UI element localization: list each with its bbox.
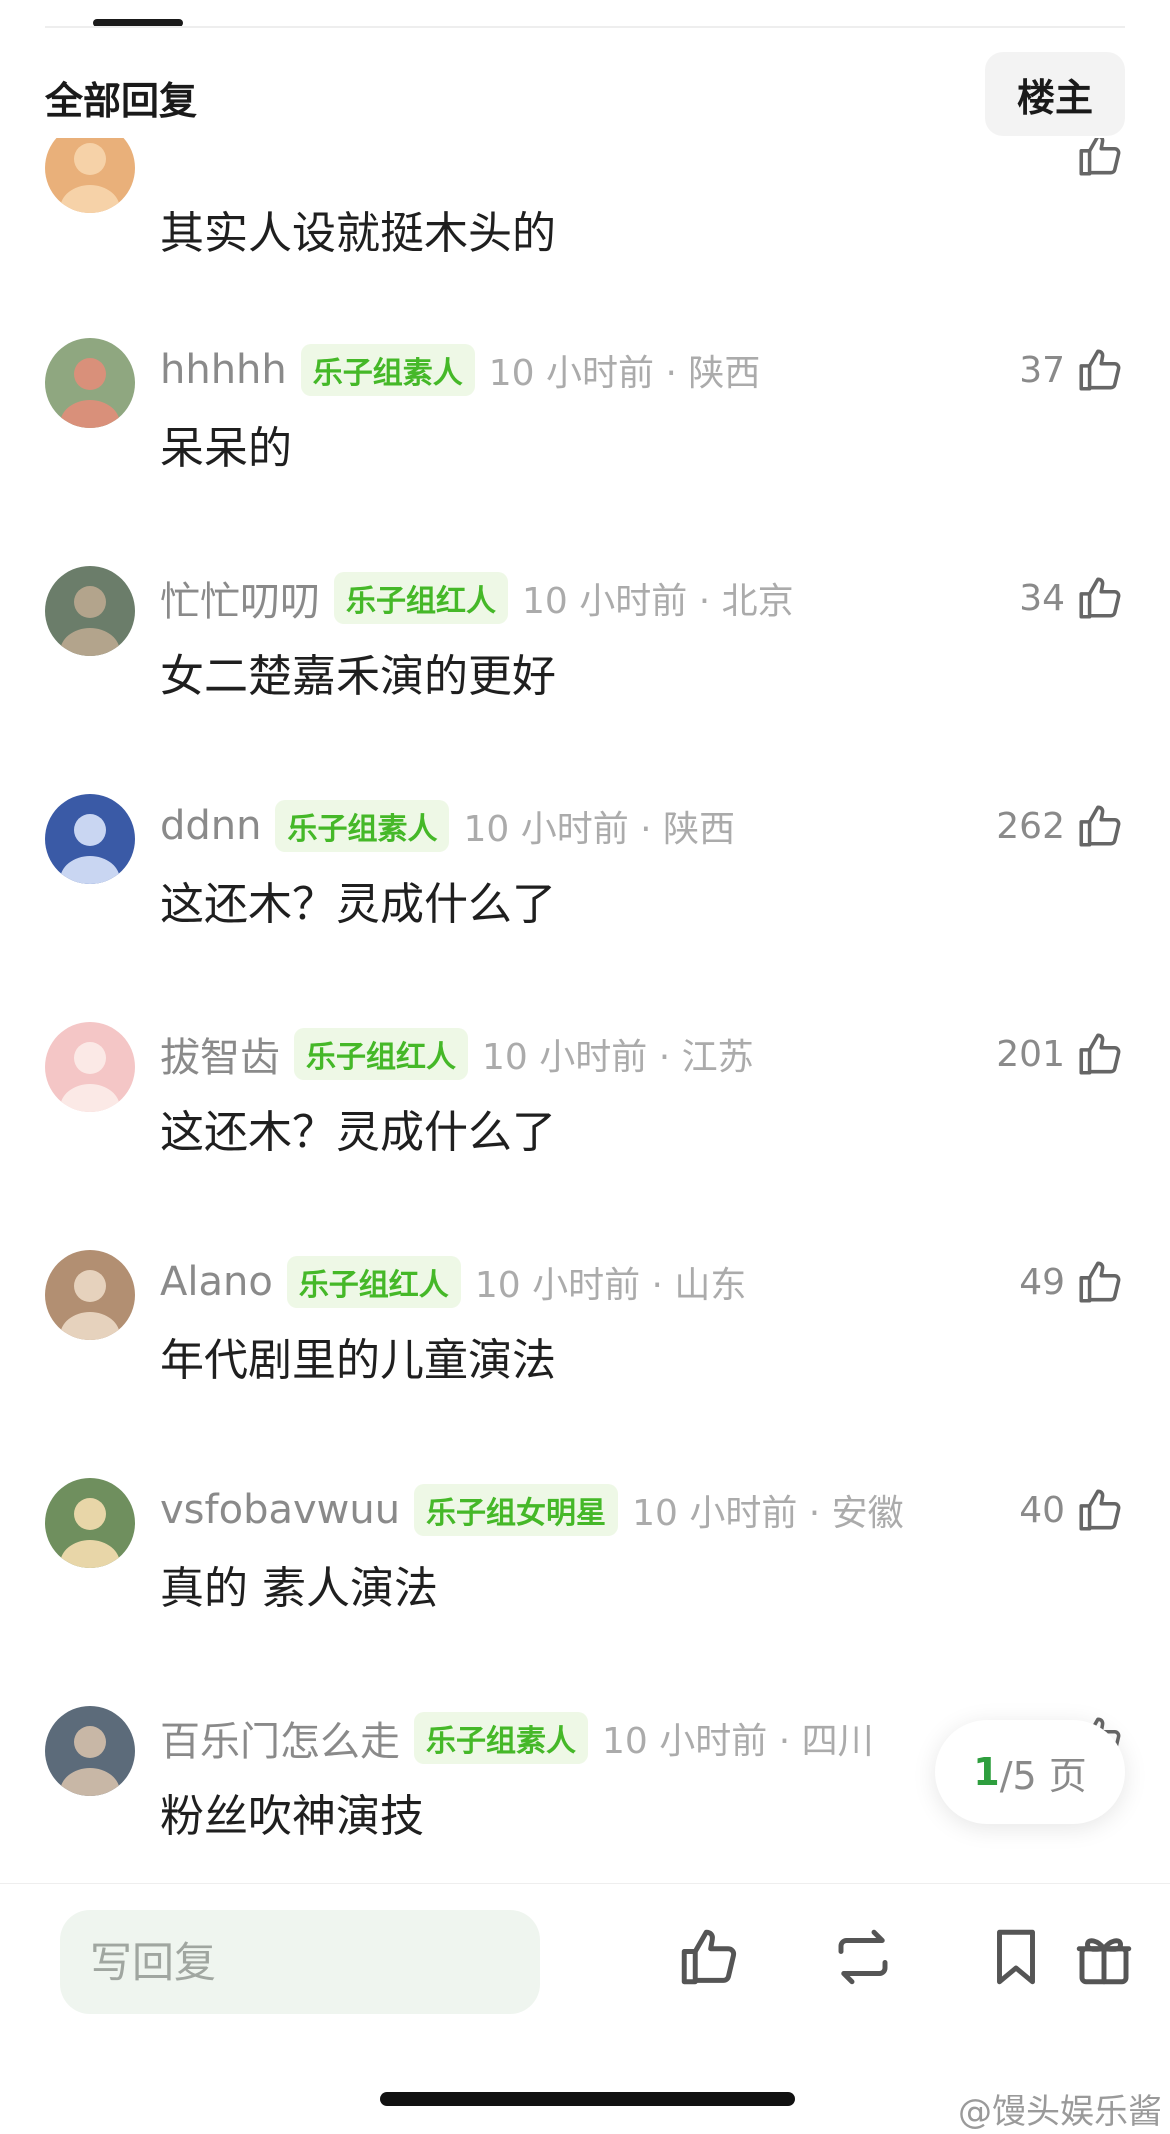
comment-item[interactable]: 拔智齿 乐子组红人 10 小时前 · 江苏 201 这还木？灵成什么了 [0,1022,1170,1250]
user-tag-badge: 乐子组红人 [294,1028,468,1080]
page-indicator[interactable]: 1/5 页 [935,1720,1125,1824]
like-area[interactable]: 34 [1019,568,1125,628]
thumbs-up-icon[interactable] [1075,138,1125,180]
bookmark-icon[interactable] [983,1924,1049,1990]
comment-time-location: 10 小时前 · 江苏 [482,1037,754,1078]
like-count: 201 [996,1033,1065,1075]
comment-time-location: 10 小时前 · 山东 [474,1265,747,1306]
like-area[interactable]: 49 [1019,1252,1125,1312]
thumbs-up-icon[interactable] [1075,573,1125,623]
avatar[interactable] [45,138,135,213]
like-count: 37 [1019,349,1065,391]
comment-time-location: 10 小时前 · 安徽 [632,1493,904,1534]
like-count: 262 [996,805,1065,847]
comment-meta: hhhhh 乐子组素人 10 小时前 · 陕西 [160,342,760,398]
comment-text: 呆呆的 [160,423,292,474]
thumbs-up-icon[interactable] [1075,345,1125,395]
thumbs-up-icon[interactable] [1075,801,1125,851]
comment-item[interactable]: 忙忙叨叨 乐子组红人 10 小时前 · 北京 34 女二楚嘉禾演的更好 [0,566,1170,794]
comment-meta: Alano 乐子组红人 10 小时前 · 山东 [160,1254,746,1310]
repost-icon[interactable] [830,1924,896,1990]
thumbs-up-icon[interactable] [1075,1485,1125,1535]
username[interactable]: hhhhh [160,347,287,393]
page-current: 1 [973,1750,1000,1794]
bottom-action-bar: @馒头娱乐酱 [0,1883,1170,2134]
comment-item[interactable]: vsfobavwuu 乐子组女明星 10 小时前 · 安徽 40 真的 素人演法 [0,1478,1170,1706]
comment-text: 这还木？灵成什么了 [160,879,556,930]
comment-item[interactable]: ddnn 乐子组素人 10 小时前 · 陕西 262 这还木？灵成什么了 [0,794,1170,1022]
user-tag-badge: 乐子组红人 [286,1256,461,1308]
comment-item[interactable]: 其实人设就挺木头的 [0,138,1170,351]
user-tag-badge: 乐子组素人 [275,800,450,852]
username[interactable]: 拔智齿 [160,1025,280,1083]
page-title: 全部回复 [45,79,198,123]
thumbs-up-icon[interactable] [1075,1257,1125,1307]
comment-item[interactable]: hhhhh 乐子组素人 10 小时前 · 陕西 37 呆呆的 [0,338,1170,566]
comment-time-location: 10 小时前 · 陕西 [463,809,736,850]
like-icon[interactable] [676,1924,742,1990]
comment-time-location: 10 小时前 · 四川 [602,1721,874,1762]
comment-time-location: 10 小时前 · 北京 [522,581,794,622]
like-count: 34 [1019,577,1065,619]
user-tag-badge: 乐子组女明星 [414,1484,619,1536]
username[interactable]: Alano [160,1259,273,1305]
reply-input[interactable] [60,1910,540,2014]
comment-meta: ddnn 乐子组素人 10 小时前 · 陕西 [160,798,735,854]
like-count: 40 [1019,1489,1065,1531]
username[interactable]: ddnn [160,803,261,849]
comment-text: 粉丝吹神演技 [160,1791,424,1842]
thumbs-up-icon[interactable] [1075,1029,1125,1079]
op-only-button[interactable]: 楼主 [985,52,1125,136]
home-indicator [380,2092,795,2106]
comment-meta: 百乐门怎么走 乐子组素人 10 小时前 · 四川 [160,1710,874,1766]
like-area[interactable]: 201 [996,1024,1125,1084]
comment-list[interactable]: 其实人设就挺木头的 hhhhh 乐子组素人 10 小时前 · 陕西 37 呆呆的 忙忙叨叨乐… [0,138,1170,1883]
avatar[interactable] [45,1022,135,1112]
avatar[interactable] [45,566,135,656]
watermark: @馒头娱乐酱 [958,2092,1162,2132]
comment-text: 其实人设就挺木头的 [160,208,556,259]
comment-meta: 拔智齿 乐子组红人 10 小时前 · 江苏 [160,1026,754,1082]
comment-text: 这还木？灵成什么了 [160,1107,556,1158]
like-area[interactable]: 40 [1019,1480,1125,1540]
like-area[interactable]: 262 [996,796,1125,856]
username[interactable]: 百乐门怎么走 [160,1709,400,1767]
user-tag-badge: 乐子组素人 [300,344,475,396]
top-divider [45,26,1125,28]
like-area[interactable]: 37 [1019,340,1125,400]
user-tag-badge: 乐子组素人 [414,1712,588,1764]
avatar[interactable] [45,338,135,428]
gift-icon[interactable] [1071,1924,1137,1990]
like-area[interactable] [1065,138,1125,185]
comment-text: 真的 素人演法 [160,1563,438,1614]
username[interactable]: 忙忙叨叨 [160,569,320,627]
replies-header: 全部回复 楼主 [0,50,1170,138]
like-count: 49 [1019,1261,1065,1303]
comment-item[interactable]: Alano 乐子组红人 10 小时前 · 山东 49 年代剧里的儿童演法 [0,1250,1170,1478]
avatar[interactable] [45,1250,135,1340]
comment-text: 年代剧里的儿童演法 [160,1335,556,1386]
comment-meta: vsfobavwuu 乐子组女明星 10 小时前 · 安徽 [160,1482,904,1538]
avatar[interactable] [45,794,135,884]
comment-time-location: 10 小时前 · 陕西 [488,353,761,394]
avatar[interactable] [45,1478,135,1568]
user-tag-badge: 乐子组红人 [334,572,508,624]
comment-meta: 忙忙叨叨 乐子组红人 10 小时前 · 北京 [160,570,794,626]
comment-text: 女二楚嘉禾演的更好 [160,651,556,702]
page-total: /5 页 [999,1753,1087,1798]
avatar[interactable] [45,1706,135,1796]
username[interactable]: vsfobavwuu [160,1487,400,1533]
